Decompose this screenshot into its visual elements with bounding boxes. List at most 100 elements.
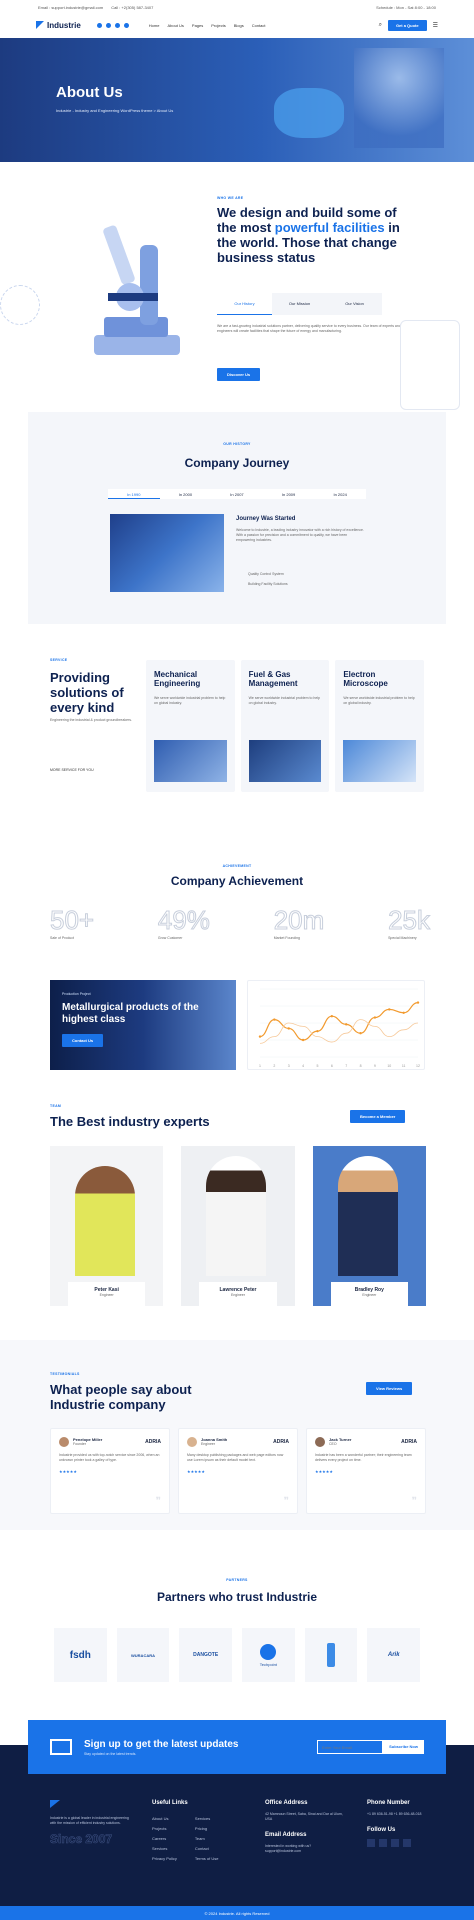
footer-link[interactable]: Team [195, 1834, 219, 1844]
footer-link[interactable]: About Us [152, 1814, 177, 1824]
nav-item-pages[interactable]: Pages [192, 23, 203, 28]
x-tick-label: 11 [402, 1064, 406, 1068]
contact-us-button[interactable]: Contact Us [62, 1034, 104, 1047]
partner-logo-arik[interactable]: Arik [367, 1628, 421, 1682]
footer-link[interactable]: Pricing [195, 1824, 219, 1834]
year-tab-1990[interactable]: In 1990 [108, 489, 160, 499]
youtube-icon[interactable] [123, 22, 129, 28]
about-heading: We design and build some of the most pow… [217, 205, 417, 265]
data-point [301, 1038, 305, 1042]
discover-us-button[interactable]: Discover Us [217, 368, 261, 381]
journey-title: Company Journey [184, 456, 290, 470]
footer-link[interactable]: Projects [152, 1824, 177, 1834]
x-tick-label: 4 [302, 1064, 304, 1068]
twitter-icon[interactable] [379, 1839, 387, 1847]
view-reviews-button[interactable]: View Reviews [366, 1382, 413, 1395]
testimonial-card[interactable]: Jack Turner CEO ADRIA Industrie has been a… [306, 1428, 426, 1514]
service-card-title: Electron Microscope [343, 670, 388, 688]
partner-logo-techpoint[interactable]: Techpoint [242, 1628, 295, 1682]
become-member-button[interactable]: Become a Member [350, 1110, 406, 1123]
get-quote-button[interactable]: Get a Quote [387, 19, 427, 31]
team-member-card[interactable]: Lawrence Peter Engineer [181, 1146, 295, 1306]
facebook-icon[interactable] [96, 22, 102, 28]
footer-link[interactable]: Privacy Policy [152, 1854, 177, 1864]
gloved-hand-image [274, 88, 344, 138]
team-member-card[interactable]: Peter Kasi Engineer [50, 1146, 164, 1306]
footer-link[interactable]: Terms of Use [195, 1854, 219, 1864]
instagram-icon[interactable] [403, 1839, 411, 1847]
nav-item-contact[interactable]: Contact [252, 23, 266, 28]
reviewer-role: Founder [73, 1442, 87, 1446]
rating-stars: ★★★★★ [187, 1469, 205, 1474]
twitter-icon[interactable] [105, 22, 111, 28]
year-tab-2000[interactable]: In 2000 [160, 489, 212, 499]
copyright-text: © 2024 Industrie. All rights Reserved [204, 1911, 270, 1916]
office-heading: Office Address [265, 1800, 308, 1806]
team-cards: Peter Kasi Engineer Lawrence Peter Engin… [50, 1146, 426, 1306]
client-logo: ADRIA [145, 1439, 161, 1445]
main-nav: Industrie Home About Us Pages Projects B… [28, 14, 446, 36]
quote-icon: ❞ [155, 1496, 161, 1507]
nav-item-home[interactable]: Home [149, 23, 160, 28]
search-icon[interactable]: ⌕ [379, 22, 382, 29]
linkedin-icon[interactable] [114, 22, 120, 28]
menu-icon[interactable]: ☰ [433, 22, 438, 29]
topbar-call[interactable]: Call : +2(305) 587-3407 [111, 5, 153, 10]
year-tab-2024[interactable]: In 2024 [314, 489, 366, 499]
growth-line-chart: 1 2 3 4 5 6 7 8 9 10 11 12 [258, 988, 420, 1068]
team-member-card[interactable]: Bradley Roy Engineer [312, 1146, 426, 1306]
partner-logo-fsdh[interactable]: fsdh [54, 1628, 107, 1682]
nav-item-about[interactable]: About Us [167, 23, 183, 28]
x-tick-label: 8 [360, 1064, 362, 1068]
footer-about-text: Industrie is a global leader in industri… [50, 1816, 129, 1825]
bottle-icon [327, 1643, 336, 1667]
data-point [416, 1001, 420, 1004]
journey-item-2: Building Facility Solutions [248, 582, 288, 586]
footer-link[interactable]: Services [152, 1844, 177, 1854]
partner-logo-wuracara[interactable]: WURACARA [116, 1628, 170, 1682]
testimonial-card[interactable]: Penelope Miller Founder ADRIA Industrie pr… [50, 1428, 170, 1514]
data-point [258, 1035, 262, 1038]
nav-item-projects[interactable]: Projects [211, 23, 225, 28]
footer-email[interactable]: Interested in working with us? support@i… [265, 1844, 345, 1854]
member-info: Lawrence Peter Engineer [199, 1282, 277, 1306]
tab-our-vision[interactable]: Our Vision [327, 293, 382, 315]
testimonial-cards: Penelope Miller Founder ADRIA Industrie pr… [50, 1428, 426, 1514]
social-icons [96, 22, 129, 28]
more-service-link[interactable]: MORE SERVICE FOR YOU [50, 768, 94, 772]
testimonial-card[interactable]: Joanna Smith Engineer ADRIA Many desktop p… [178, 1428, 298, 1514]
partner-logo-dangote[interactable]: DANGOTE [179, 1628, 233, 1682]
nav-item-blogs[interactable]: Blogs [234, 23, 244, 28]
breadcrumb[interactable]: Industrie - Industry and Engineering Wor… [56, 108, 173, 113]
newsletter-email-input[interactable] [317, 1740, 384, 1754]
service-card[interactable]: Mechanical Engineering We serve worldwid… [146, 660, 235, 792]
partner-logo-bottle[interactable] [304, 1628, 358, 1682]
testimonial-text: Industrie provided us with top-notch ser… [59, 1453, 160, 1462]
stat-label: Sale of Product [50, 936, 74, 940]
rating-stars: ★★★★★ [59, 1469, 77, 1474]
topbar-email[interactable]: Email : support.industrie@gmail.com [38, 5, 103, 10]
footer-link[interactable]: Services [195, 1814, 219, 1824]
year-tab-2007[interactable]: In 2007 [211, 489, 263, 499]
x-tick-label: 10 [387, 1064, 391, 1068]
footer-link[interactable]: Careers [152, 1834, 177, 1844]
service-card[interactable]: Fuel & Gas Management We serve worldwide… [240, 660, 330, 792]
stat-item: 50+ Sale of Product [49, 905, 94, 941]
quote-icon: ❞ [411, 1496, 417, 1507]
service-card[interactable]: Electron Microscope We serve worldwide i… [335, 660, 425, 792]
facebook-icon[interactable] [367, 1839, 375, 1847]
tab-our-history[interactable]: Our History [217, 293, 272, 315]
service-card-title: Mechanical Engineering [154, 670, 201, 688]
year-tab-2009[interactable]: In 2009 [263, 489, 315, 499]
member-role: Engineer [362, 1293, 377, 1297]
linkedin-icon[interactable] [391, 1839, 399, 1847]
x-tick-label: 1 [259, 1064, 261, 1068]
tab-our-mission[interactable]: Our Mission [272, 293, 327, 315]
stats-row: 50+ Sale of Product 49% Grow Customer 20m M… [49, 905, 430, 941]
footer-link[interactable]: Contact [195, 1844, 219, 1854]
journey-heading: Journey Was Started [236, 516, 296, 522]
data-point [344, 1023, 348, 1026]
brand-logo[interactable]: Industrie [36, 21, 81, 30]
topbar-schedule: Schedule : Mon - Sat 8:00 - 18:00 [376, 4, 436, 10]
subscribe-button[interactable]: Subscribe Now [383, 1740, 424, 1754]
